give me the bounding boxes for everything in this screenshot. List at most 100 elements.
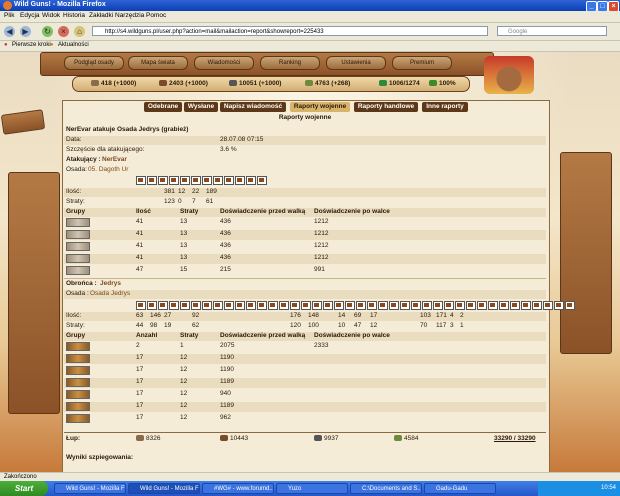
menu-tools[interactable]: Narzędzia — [115, 12, 144, 19]
unit-icon — [345, 301, 355, 310]
sent-button[interactable]: Wysłane — [184, 102, 218, 112]
unit-icon — [202, 301, 212, 310]
clock: 10:54 — [600, 485, 616, 491]
unit-icon — [455, 301, 465, 310]
group-icon — [66, 218, 90, 227]
other-reports-button[interactable]: Inne raporty — [422, 102, 468, 112]
table-row: 41 13 436 1212 — [64, 242, 546, 252]
tab-messages[interactable]: Wiadomości — [194, 56, 254, 70]
table-row: 47 15 215 991 — [64, 266, 546, 276]
task-yuzo[interactable]: Yuzo — [276, 483, 348, 494]
task-firefox-2[interactable]: Wild Guns! - Mozilla Fi... — [128, 483, 200, 494]
menu-help[interactable]: Pomoc — [146, 12, 166, 19]
inbox-button[interactable]: Odebrane — [144, 102, 182, 112]
unit-icon — [301, 301, 311, 310]
unit-icon — [312, 301, 322, 310]
unit-icon — [510, 301, 520, 310]
unit-icon — [565, 301, 575, 310]
table-row: 17 12 1190 — [64, 366, 546, 376]
group-icon — [66, 378, 90, 387]
group-icon — [66, 354, 90, 363]
bookmark-first-steps[interactable]: Pierwsze kroki — [12, 42, 51, 48]
table-row: 17 12 1189 — [64, 378, 546, 388]
defender-link[interactable]: Jedrys — [100, 280, 121, 287]
tab-village-overview[interactable]: Podgląd osady — [64, 56, 124, 70]
compose-button[interactable]: Napisz wiadomość — [220, 102, 286, 112]
attacker-groups-header: Grupy Ilość Straty Doświadczenie przed w… — [64, 208, 546, 217]
unit-icon — [169, 176, 179, 185]
taskbar: Start Wild Guns! - Mozilla Fi... Wild Gu… — [0, 481, 620, 496]
task-gadu-gadu[interactable]: Gadu-Gadu — [424, 483, 496, 494]
tab-premium[interactable]: Premium — [392, 56, 452, 70]
unit-icon — [389, 301, 399, 310]
unit-icon — [532, 301, 542, 310]
unit-icon — [169, 301, 179, 310]
unit-icon — [246, 301, 256, 310]
defender-groups-header: Grupy Anzahl Straty Doświadczenie przed … — [64, 332, 546, 341]
start-button[interactable]: Start — [0, 481, 48, 496]
unit-icon — [290, 301, 300, 310]
menu-bar: Plik Edycja Widok Historia Zakładki Narz… — [0, 11, 620, 23]
menu-bookmarks[interactable]: Zakładki — [89, 12, 113, 19]
group-icon — [66, 254, 90, 263]
unit-icon — [543, 301, 553, 310]
attacker-loss-row: Straty: 123 0 7 61 — [66, 198, 214, 205]
group-icon — [66, 402, 90, 411]
group-icon — [66, 390, 90, 399]
back-icon[interactable]: ◀ — [4, 26, 15, 37]
resource-wood: 418 (+1000) — [91, 80, 136, 87]
reload-icon[interactable]: ↻ — [42, 26, 53, 37]
attacker-qty-row: Ilość: 381 12 22 189 — [64, 188, 546, 197]
defender-village-link[interactable]: Osada Jedrys — [90, 290, 130, 297]
trade-reports-button[interactable]: Raporty handlowe — [354, 102, 418, 112]
defender-row: Obrońca : Jedrys — [66, 280, 121, 287]
group-icon — [66, 342, 90, 351]
forward-icon[interactable]: ▶ — [20, 26, 31, 37]
table-row: 17 12 1190 — [64, 354, 546, 364]
home-icon[interactable]: ⌂ — [74, 26, 85, 37]
stop-icon[interactable]: × — [58, 26, 69, 37]
task-forum[interactable]: #WG# - www.forumd... — [202, 483, 274, 494]
group-icon — [66, 266, 90, 275]
search-input[interactable]: Google — [497, 26, 607, 36]
group-icon — [66, 242, 90, 251]
unit-icon — [356, 301, 366, 310]
task-explorer[interactable]: C:\Documents and S... — [350, 483, 422, 494]
unit-icon — [257, 301, 267, 310]
menu-file[interactable]: Plik — [4, 12, 14, 19]
bookmarks-bar: ● Pierwsze kroki ● Aktualności — [0, 41, 620, 52]
attacker-link[interactable]: NerEvar — [102, 156, 127, 163]
unit-icon — [191, 301, 201, 310]
left-wood-post — [8, 172, 60, 414]
clay-icon — [220, 435, 228, 442]
unit-icon — [257, 176, 267, 185]
attacker-village-link[interactable]: 05. Dagoth Ur — [88, 166, 128, 173]
menu-view[interactable]: Widok — [42, 12, 60, 19]
task-firefox-1[interactable]: Wild Guns! - Mozilla Fi... — [54, 483, 126, 494]
table-row: 41 13 436 1212 — [64, 254, 546, 264]
unit-icon — [180, 176, 190, 185]
unit-icon — [246, 176, 256, 185]
window-title: Wild Guns! - Mozilla Firefox — [14, 1, 106, 8]
tab-settings[interactable]: Ustawienia — [326, 56, 386, 70]
url-bar[interactable]: http://s4.wildguns.pl/user.php?action=ma… — [92, 26, 488, 36]
unit-icon — [433, 301, 443, 310]
window-titlebar: Wild Guns! - Mozilla Firefox _ □ × — [0, 0, 620, 12]
tab-ranking[interactable]: Ranking — [260, 56, 320, 70]
resource-population: 1006/1274 — [379, 80, 420, 87]
unit-icon — [279, 301, 289, 310]
unit-icon — [378, 301, 388, 310]
unit-icon — [444, 301, 454, 310]
tab-world-map[interactable]: Mapa świata — [128, 56, 188, 70]
bookmark-news[interactable]: Aktualności — [58, 42, 89, 48]
menu-history[interactable]: Historia — [63, 12, 85, 19]
war-reports-button[interactable]: Raporty wojenne — [290, 102, 350, 112]
table-row: 17 12 1189 — [64, 402, 546, 412]
unit-icon — [488, 301, 498, 310]
group-icon — [66, 414, 90, 423]
spy-results-heading: Wyniki szpiegowania: — [66, 454, 134, 461]
menu-edit[interactable]: Edycja — [20, 12, 40, 19]
resource-clay: 2403 (+1000) — [159, 80, 208, 87]
bottle-icon — [429, 80, 437, 87]
group-icon — [66, 230, 90, 239]
